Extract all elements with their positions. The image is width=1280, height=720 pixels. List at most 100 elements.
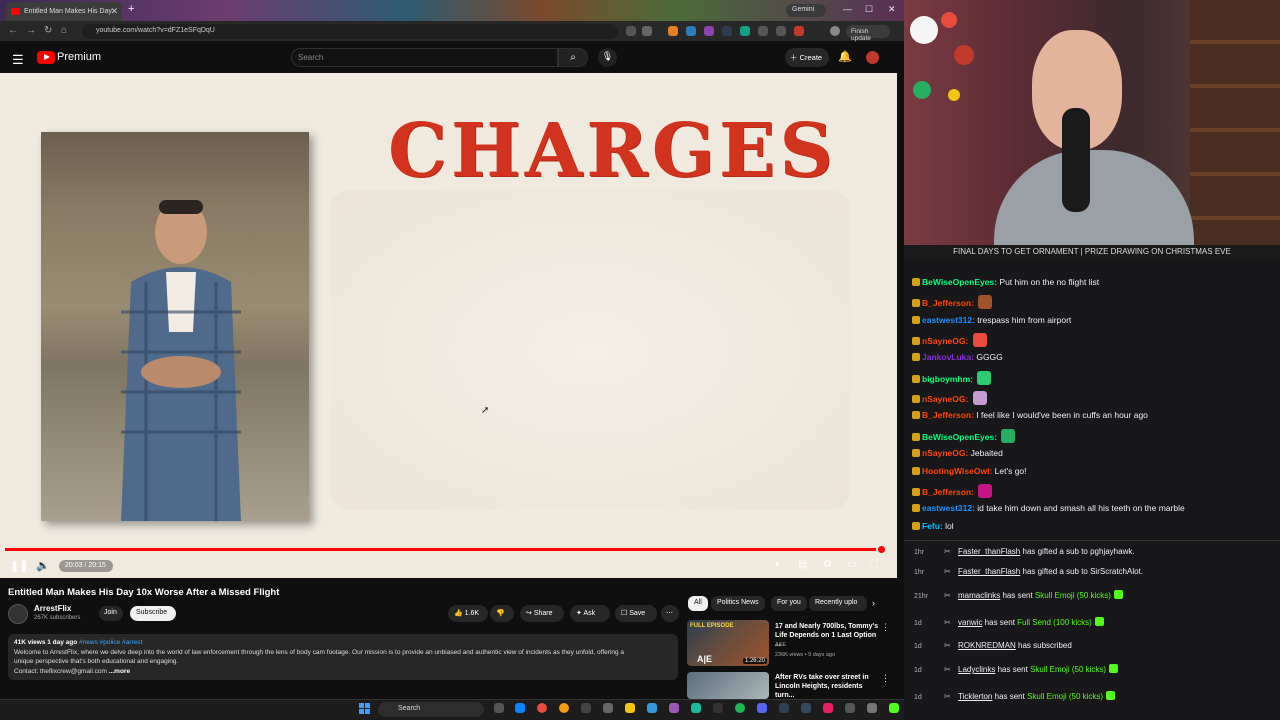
windows-start-icon[interactable] xyxy=(359,703,370,714)
gemini-button[interactable]: Gemini xyxy=(786,4,826,17)
alert-user[interactable]: ROKNREDMAN xyxy=(958,641,1016,650)
app-icon[interactable] xyxy=(603,703,613,713)
reload-icon[interactable]: ↻ xyxy=(44,25,52,36)
recommendation-title[interactable]: After RVs take over street in Lincoln He… xyxy=(775,673,879,700)
recommendation-thumbnail[interactable] xyxy=(687,672,769,699)
alert-user[interactable]: Faster_thanFlash xyxy=(958,567,1020,576)
notifications-bell-icon[interactable]: 🔔 xyxy=(838,50,852,63)
recommendation-title[interactable]: 17 and Nearly 700lbs, Tommy's Life Depen… xyxy=(775,622,879,649)
autoplay-toggle-icon[interactable]: ◐ xyxy=(775,559,781,570)
app-icon[interactable] xyxy=(801,703,811,713)
youtube-logo-icon[interactable] xyxy=(37,51,55,64)
more-actions-icon[interactable]: ⋯ xyxy=(661,605,679,622)
extension-icon[interactable] xyxy=(794,26,804,36)
forward-icon[interactable]: → xyxy=(26,25,36,36)
alert-user[interactable]: Ticklerton xyxy=(958,692,992,701)
app-icon[interactable] xyxy=(823,703,833,713)
chat-username[interactable]: bigboymhm: xyxy=(922,374,973,384)
chat-username[interactable]: JankovLuka: xyxy=(922,352,974,362)
taskbar-search[interactable]: Search xyxy=(378,702,484,717)
chip-for-you[interactable]: For you xyxy=(771,596,807,611)
extension-icon[interactable] xyxy=(686,26,696,36)
youtube-premium-logo[interactable]: Premium xyxy=(57,51,101,63)
chat-username[interactable]: BeWiseOpenEyes: xyxy=(922,432,997,442)
search-icon[interactable]: ⌕ xyxy=(558,48,588,67)
chat-username[interactable]: B_Jefferson: xyxy=(922,298,974,308)
chat-username[interactable]: B_Jefferson: xyxy=(922,487,974,497)
close-window-icon[interactable]: ✕ xyxy=(888,4,896,15)
extension-icon[interactable] xyxy=(704,26,714,36)
sidebar-icon[interactable] xyxy=(776,26,786,36)
spotify-icon[interactable] xyxy=(735,703,745,713)
save-button[interactable]: ☐ Save xyxy=(615,605,657,622)
chip-recently-uploaded[interactable]: Recently uplo xyxy=(809,596,867,611)
address-bar[interactable]: youtube.com/watch?v=dFZ1eSFqDqU xyxy=(82,24,618,39)
extension-icon[interactable] xyxy=(722,26,732,36)
hashtags[interactable]: #news #police #arrest xyxy=(79,639,142,646)
maximize-icon[interactable]: ☐ xyxy=(865,4,873,15)
app-icon[interactable] xyxy=(867,703,877,713)
volume-icon[interactable]: 🔈 xyxy=(36,559,50,572)
microphone-icon[interactable]: 🎙 xyxy=(598,48,617,67)
chat-username[interactable]: HootingWiseOwl: xyxy=(922,466,992,476)
channel-name[interactable]: ArrestFlix xyxy=(34,604,71,613)
recommendation-thumbnail[interactable]: FULL EPISODE A|E 1:26:20 xyxy=(687,620,769,666)
subscribe-button[interactable]: Subscribe xyxy=(130,606,176,621)
app-icon[interactable] xyxy=(647,703,657,713)
fullscreen-icon[interactable]: ⛶ xyxy=(871,559,878,570)
chat-username[interactable]: eastwest312: xyxy=(922,315,975,325)
browser-tab[interactable]: Entitled Man Makes His Day ✕ xyxy=(6,2,122,21)
back-icon[interactable]: ← xyxy=(8,25,18,36)
video-description[interactable]: 41K views 1 day ago #news #police #arres… xyxy=(8,634,678,680)
file-explorer-icon[interactable] xyxy=(625,703,635,713)
create-button[interactable]: ＋ Create xyxy=(785,48,829,67)
alert-user[interactable]: mamaclinks xyxy=(958,591,1000,600)
chrome-icon[interactable] xyxy=(537,703,547,713)
more-options-icon[interactable]: ⋮ xyxy=(881,673,890,684)
account-avatar[interactable] xyxy=(866,51,879,64)
settings-gear-icon[interactable]: ⚙ xyxy=(823,559,832,570)
edge-icon[interactable] xyxy=(515,703,525,713)
chat-username[interactable]: Fefu: xyxy=(922,521,943,531)
alert-user[interactable]: Faster_thanFlash xyxy=(958,547,1020,556)
chat-username[interactable]: nSayneOG: xyxy=(922,336,968,346)
chat-username[interactable]: nSayneOG: xyxy=(922,394,968,404)
new-tab-icon[interactable]: + xyxy=(128,3,134,15)
app-icon[interactable] xyxy=(845,703,855,713)
profile-avatar[interactable] xyxy=(830,26,840,36)
app-icon[interactable] xyxy=(581,703,591,713)
chat-username[interactable]: nSayneOG: xyxy=(922,448,968,458)
chat-username[interactable]: eastwest312: xyxy=(922,503,975,513)
task-view-icon[interactable] xyxy=(494,703,504,713)
bookmark-star-icon[interactable] xyxy=(642,26,652,36)
close-tab-icon[interactable]: ✕ xyxy=(110,6,118,17)
app-icon[interactable] xyxy=(713,703,723,713)
chrome-icon[interactable] xyxy=(559,703,569,713)
hamburger-menu-icon[interactable]: ☰ xyxy=(12,52,24,68)
puzzle-icon[interactable] xyxy=(758,26,768,36)
app-icon[interactable] xyxy=(779,703,789,713)
join-button[interactable]: Join xyxy=(99,606,123,621)
recommendation-channel[interactable]: A&E xyxy=(775,642,786,649)
minimize-icon[interactable]: — xyxy=(843,4,852,14)
chat-username[interactable]: B_Jefferson: xyxy=(922,410,974,420)
cast-icon[interactable] xyxy=(626,26,636,36)
ask-button[interactable]: ✦ Ask xyxy=(570,605,610,622)
chat-username[interactable]: BeWiseOpenEyes: xyxy=(922,277,997,287)
app-icon[interactable] xyxy=(757,703,767,713)
home-icon[interactable]: ⌂ xyxy=(61,25,67,36)
show-more-link[interactable]: ...more xyxy=(109,668,130,675)
dislike-button[interactable]: 👎 xyxy=(490,605,514,622)
extension-icon[interactable] xyxy=(740,26,750,36)
chip-all[interactable]: All xyxy=(688,596,708,611)
app-icon[interactable] xyxy=(669,703,679,713)
more-options-icon[interactable]: ⋮ xyxy=(881,622,890,633)
pause-icon[interactable]: ❚❚ xyxy=(10,559,28,572)
extension-icon[interactable] xyxy=(668,26,678,36)
chevron-right-icon[interactable]: › xyxy=(872,598,875,608)
kick-icon[interactable] xyxy=(889,703,899,713)
alert-user[interactable]: vanwic xyxy=(958,618,982,627)
chip-politics-news[interactable]: Politics News xyxy=(711,596,765,611)
subtitles-icon[interactable]: ▤ xyxy=(798,559,807,570)
finish-update-button[interactable]: Finish update xyxy=(846,25,890,42)
